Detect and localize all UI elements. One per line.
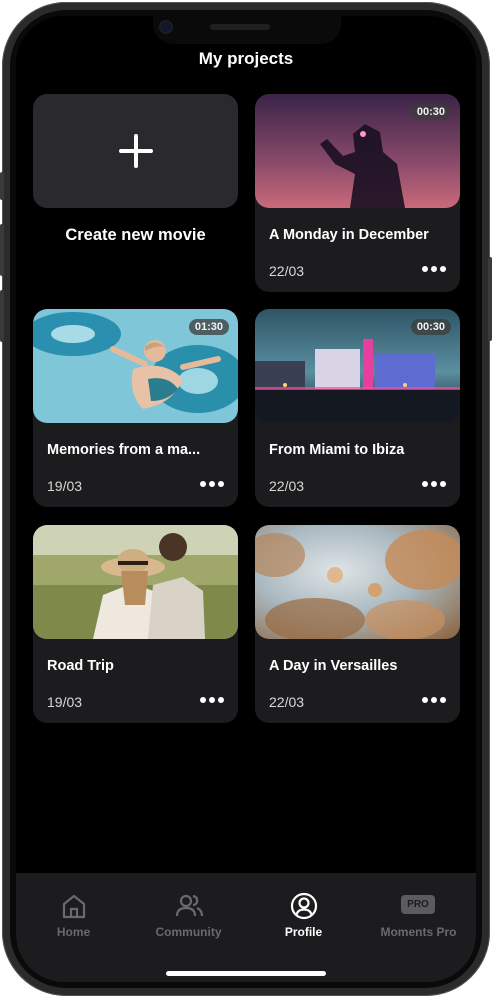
project-title: Road Trip — [47, 658, 114, 674]
tab-community[interactable]: Community — [131, 873, 246, 953]
tab-profile[interactable]: Profile — [246, 873, 361, 953]
project-card[interactable]: 01:30 Memories from a ma... 19/03 — [33, 309, 238, 507]
app-screen: My projects Create new movie 00:30 A Mon… — [16, 16, 476, 982]
project-card[interactable]: A Day in Versailles 22/03 — [255, 525, 460, 723]
project-date: 19/03 — [47, 694, 83, 710]
tab-label: Home — [56, 925, 91, 939]
project-title: Memories from a ma... — [47, 442, 201, 458]
volume-up-button — [0, 224, 4, 276]
more-options-icon[interactable] — [422, 480, 446, 488]
project-card[interactable]: 00:30 From Miami to Ibiza 22/03 — [255, 309, 460, 507]
more-options-icon[interactable] — [200, 696, 224, 704]
tab-label: Profile — [284, 925, 323, 939]
tab-moments-pro[interactable]: PRO Moments Pro — [361, 873, 476, 953]
more-options-icon[interactable] — [200, 480, 224, 488]
project-title: A Monday in December — [269, 227, 429, 243]
project-date: 22/03 — [269, 263, 305, 279]
project-thumbnail — [255, 525, 460, 639]
power-button — [488, 257, 492, 341]
more-options-icon[interactable] — [422, 696, 446, 704]
front-camera — [161, 22, 171, 32]
project-thumbnail: 00:30 — [255, 309, 460, 423]
project-date: 19/03 — [47, 478, 83, 494]
earpiece-speaker — [210, 24, 270, 30]
create-new-movie-button[interactable] — [33, 94, 238, 208]
home-icon — [62, 894, 86, 919]
more-options-icon[interactable] — [422, 265, 446, 273]
project-title: A Day in Versailles — [269, 658, 398, 674]
tab-label: Moments Pro — [380, 925, 457, 939]
duration-badge: 01:30 — [188, 319, 229, 335]
page-title: My projects — [198, 49, 294, 68]
create-new-movie-label[interactable]: Create new movie — [33, 226, 238, 245]
people-icon — [175, 894, 204, 917]
project-date: 22/03 — [269, 694, 305, 710]
project-card[interactable]: 00:30 A Monday in December 22/03 — [255, 94, 460, 292]
duration-badge: 00:30 — [410, 104, 451, 120]
duration-badge: 00:30 — [410, 319, 451, 335]
project-title: From Miami to Ibiza — [269, 442, 405, 458]
tab-bar: Home Community Profile PRO Moments Pro — [16, 873, 476, 982]
project-thumbnail — [33, 525, 238, 639]
tab-label: Community — [155, 925, 222, 939]
home-indicator[interactable] — [166, 971, 326, 976]
project-thumbnail: 00:30 — [255, 94, 460, 208]
silent-switch — [0, 172, 4, 200]
notch — [153, 16, 341, 44]
project-thumbnail: 01:30 — [33, 309, 238, 423]
tab-home[interactable]: Home — [16, 873, 131, 953]
project-card[interactable]: Road Trip 19/03 — [33, 525, 238, 723]
profile-icon — [290, 892, 318, 920]
plus-icon-vertical — [134, 134, 138, 168]
project-date: 22/03 — [269, 478, 305, 494]
volume-down-button — [0, 290, 4, 342]
pro-badge-icon: PRO — [401, 895, 435, 914]
